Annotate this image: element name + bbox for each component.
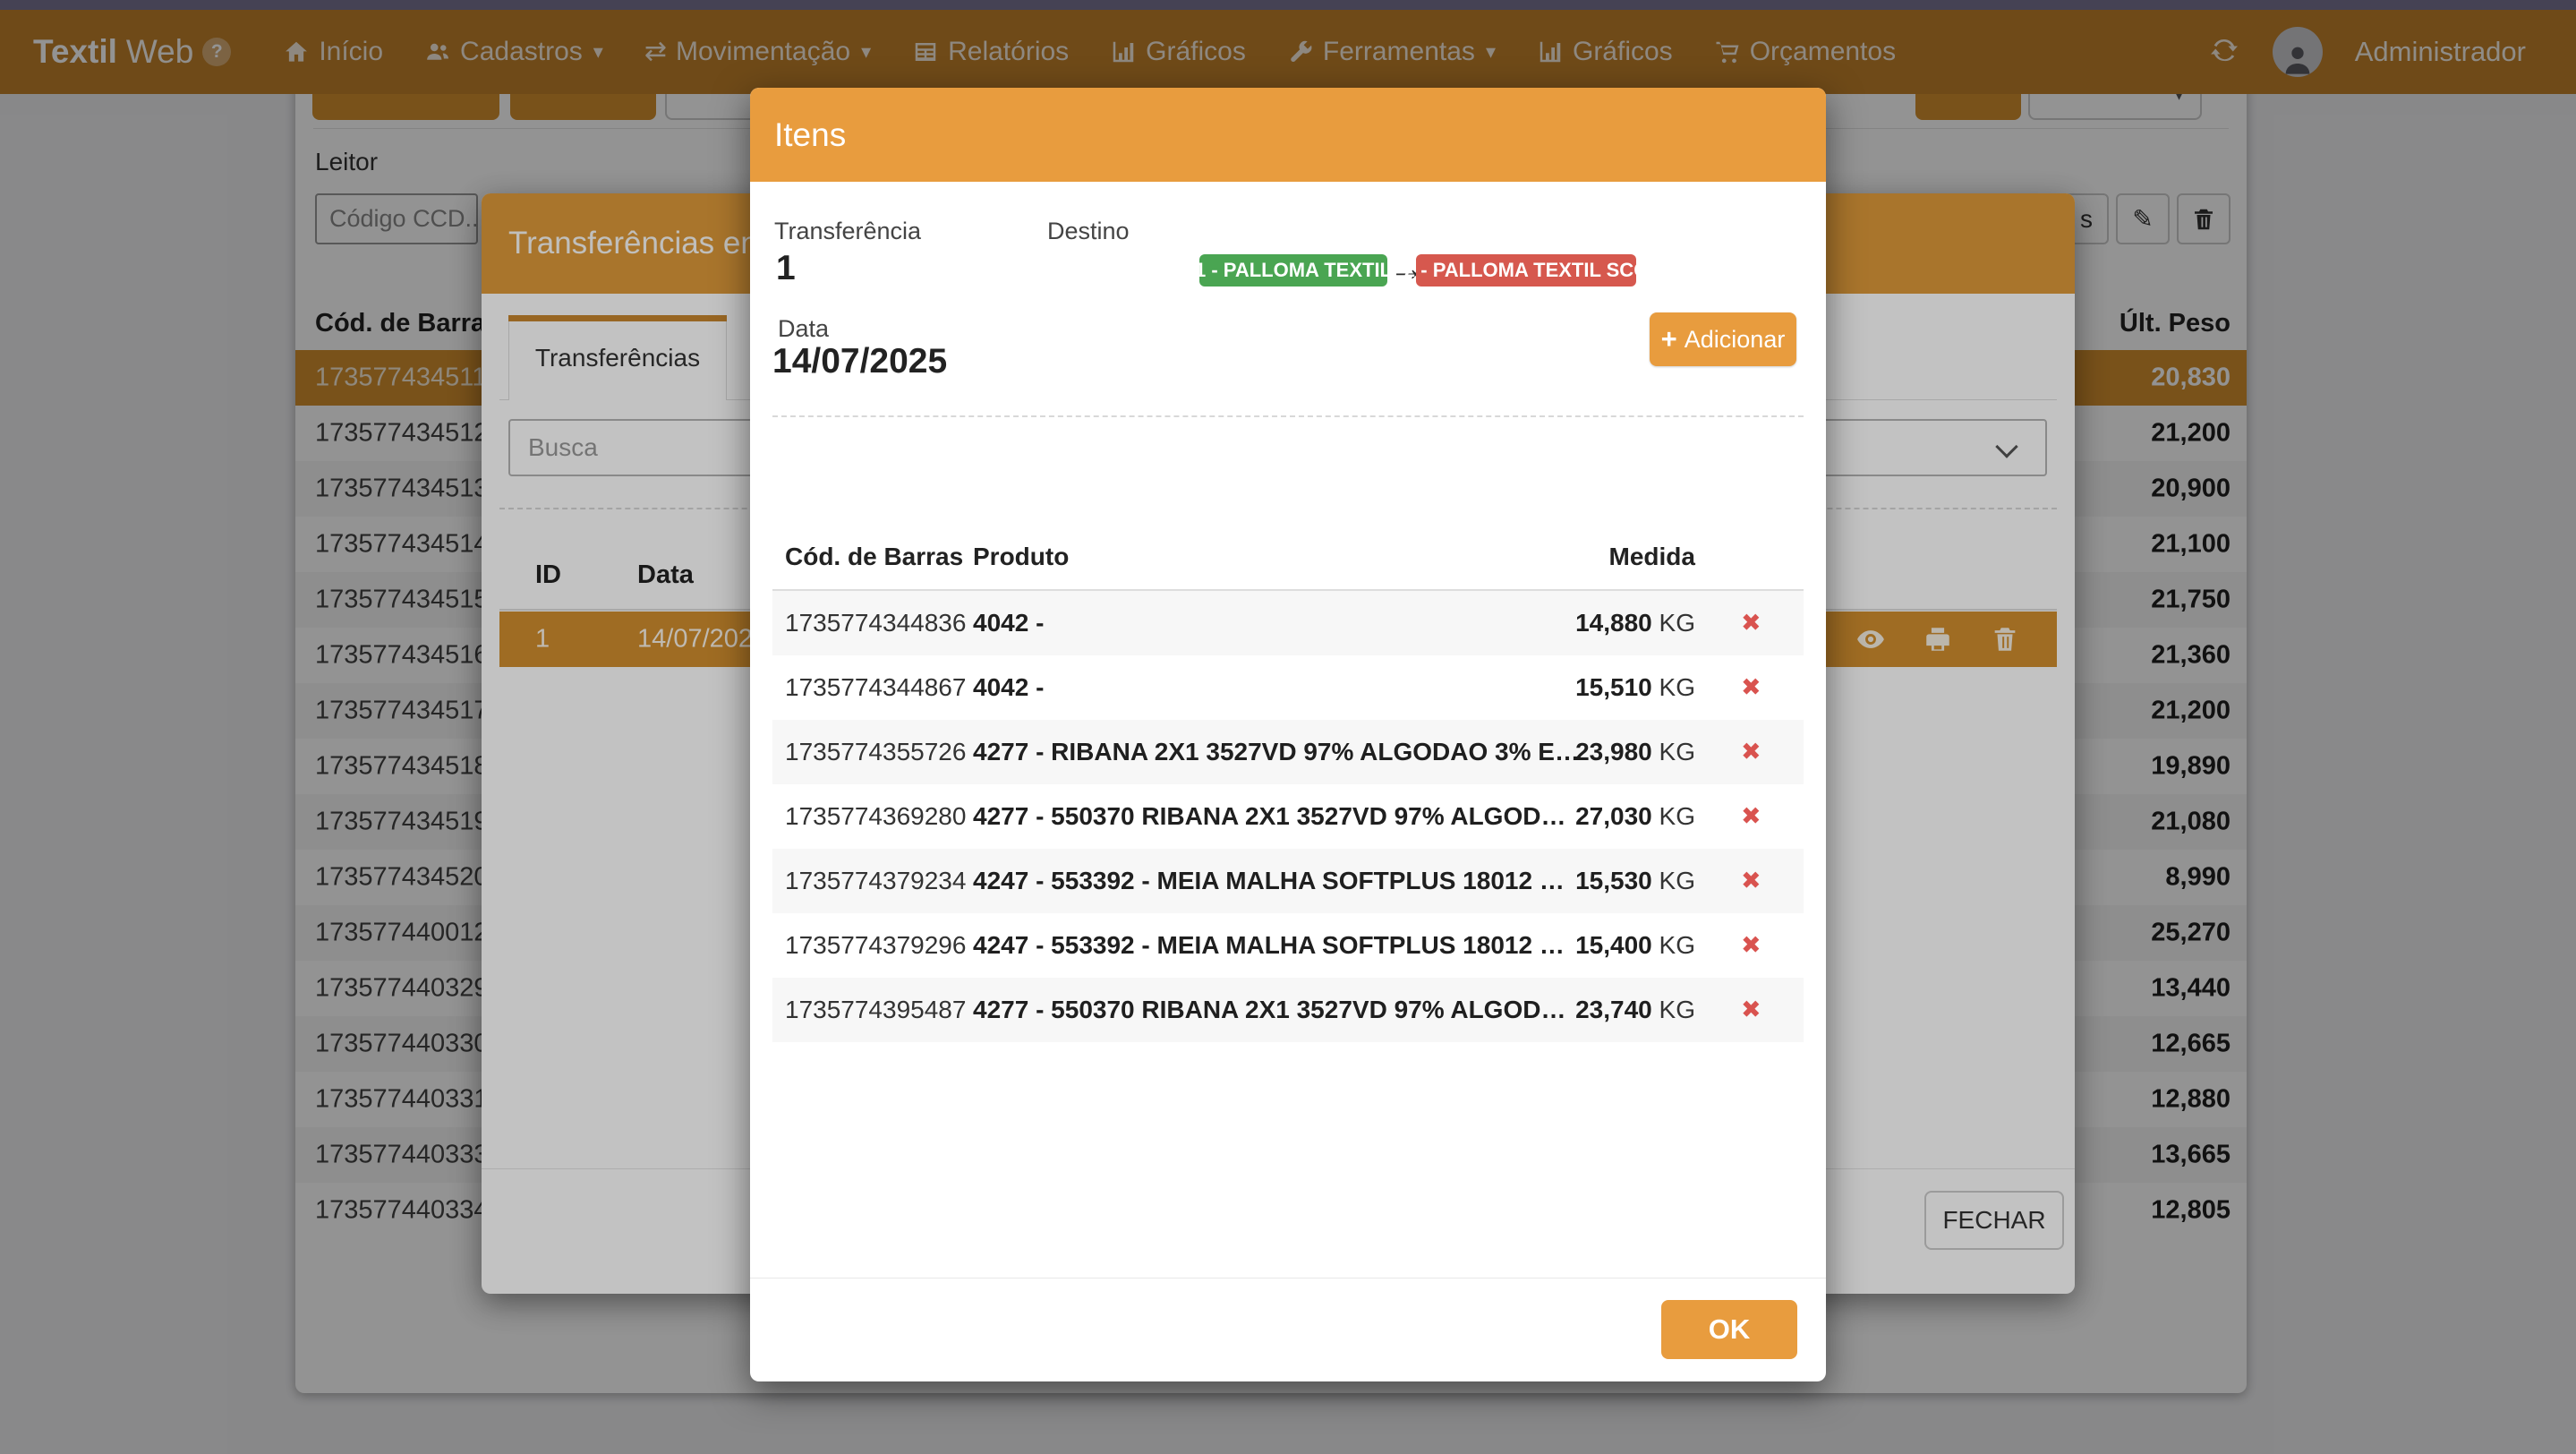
remove-item-icon[interactable]: ✖ [1741,996,1761,1024]
remove-item-icon[interactable]: ✖ [1741,674,1761,702]
transfer-value: 1 [776,249,796,288]
add-button[interactable]: + Adicionar [1650,312,1796,366]
remove-item-icon[interactable]: ✖ [1741,610,1761,637]
remove-item-icon[interactable]: ✖ [1741,803,1761,831]
items-modal: Itens Transferência 1 Destino 1 - PALLOM… [750,88,1826,1381]
ok-button[interactable]: OK [1661,1300,1797,1359]
item-row: 1735774379296 4247 - 553392 - MEIA MALHA… [772,913,1804,978]
item-row: 1735774344867 4042 - 15,510 KG ✖ [772,655,1804,720]
column-header-measure: Medida [1561,543,1695,571]
items-modal-header [750,88,1826,182]
column-header-product: Produto [973,543,1069,571]
remove-item-icon[interactable]: ✖ [1741,932,1761,960]
destination-badge: 2 - PALLOMA TEXTIL SCC [1416,254,1636,287]
browser-chrome-strip [0,0,2576,10]
date-value: 14/07/2025 [772,342,947,381]
date-label: Data [778,315,829,343]
items-modal-title: Itens [774,88,846,182]
column-header-barcode: Cód. de Barras [785,543,963,571]
plus-icon: + [1661,323,1677,355]
origin-badge: 1 - PALLOMA TEXTIL [1199,254,1387,287]
divider-dashed [772,415,1804,417]
item-row: 1735774344836 4042 - 14,880 KG ✖ [772,591,1804,655]
item-row: 1735774395487 4277 - 550370 RIBANA 2X1 3… [772,978,1804,1042]
divider [750,1278,1826,1279]
remove-item-icon[interactable]: ✖ [1741,868,1761,895]
item-row: 1735774369280 4277 - 550370 RIBANA 2X1 3… [772,784,1804,849]
destino-label: Destino [1047,218,1130,245]
transfer-label: Transferência [774,218,921,245]
item-row: 1735774355726 4277 - RIBANA 2X1 3527VD 9… [772,720,1804,784]
app-screen: TextilWeb ? Início Cadastros ▾ ⇄ Movimen… [0,0,2576,1454]
remove-item-icon[interactable]: ✖ [1741,739,1761,766]
item-row: 1735774379234 4247 - 553392 - MEIA MALHA… [772,849,1804,913]
